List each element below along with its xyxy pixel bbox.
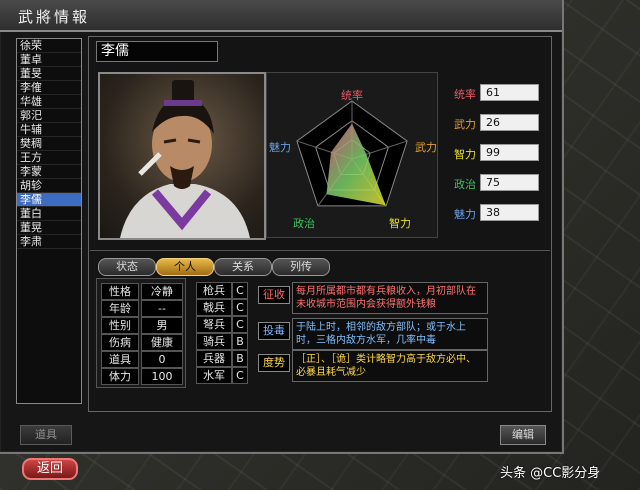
officer-list-item[interactable]: 李儒	[17, 193, 81, 207]
stat-row: 政治 75	[446, 174, 546, 192]
stat-row: 武力 26	[446, 114, 546, 132]
tab-2[interactable]: 关系	[214, 258, 272, 276]
radar-label-politics: 政治	[293, 217, 315, 230]
officer-name: 李儒	[96, 41, 218, 62]
officer-list-item[interactable]: 董晃	[17, 221, 81, 235]
officer-portrait	[98, 72, 266, 240]
stat-label: 魅力	[454, 208, 476, 221]
officer-list-item[interactable]: 李蒙	[17, 165, 81, 179]
stat-row: 魅力 38	[446, 204, 546, 222]
troop-row: 兵器 B	[196, 350, 252, 367]
personal-value: 冷静	[141, 283, 183, 300]
personal-info-panel: 性格 冷静 年龄 -- 性别男伤病 健康 道具 0 体力 100	[96, 278, 186, 388]
attribute-radar: 统率 武力 智力 政治 魅力	[266, 72, 438, 238]
edit-button[interactable]: 编辑	[500, 425, 546, 445]
personal-value: 健康	[141, 334, 183, 351]
troop-row: 弩兵 C	[196, 316, 252, 333]
tab-3[interactable]: 列传	[272, 258, 330, 276]
personal-value: 0	[141, 351, 183, 368]
stat-row: 智力 99	[446, 144, 546, 162]
personal-label: 伤病	[101, 334, 139, 351]
tab-0[interactable]: 状态	[98, 258, 156, 276]
officer-list-item[interactable]: 徐荣	[17, 39, 81, 53]
officer-list-item[interactable]: 董白	[17, 207, 81, 221]
troop-grade: C	[232, 367, 248, 384]
troop-grade: B	[232, 350, 248, 367]
officer-list-item[interactable]: 王方	[17, 151, 81, 165]
watermark-text: 头条 @CC影分身	[500, 466, 601, 481]
personal-label: 体力	[101, 368, 139, 385]
troop-grade: B	[232, 333, 248, 350]
stat-label: 统率	[454, 88, 476, 101]
troop-label: 兵器	[196, 350, 232, 367]
personal-value: 100	[141, 368, 183, 385]
officer-list-item[interactable]: 董卓	[17, 53, 81, 67]
personal-row: 性格 冷静	[101, 283, 183, 300]
officer-list-item[interactable]: 樊稠	[17, 137, 81, 151]
radar-label-war: 武力	[415, 141, 437, 154]
stat-value: 26	[480, 114, 539, 131]
skill-name[interactable]: 征收	[258, 286, 290, 304]
troop-grade: C	[232, 316, 248, 333]
items-button[interactable]: 道具	[20, 425, 72, 445]
skill-description: 于陆上时，相邻的敌方部队；或于水上时，三格内敌方水军，几率中毒	[292, 318, 488, 350]
personal-row: 年龄 --	[101, 300, 183, 317]
skill-name[interactable]: 投毒	[258, 322, 290, 340]
skill-description: ［正］、［诡］类计略智力高于敌方必中、必暴且耗气减少	[292, 350, 488, 382]
officer-list-item[interactable]: 牛辅	[17, 123, 81, 137]
personal-row: 体力 100	[101, 368, 183, 385]
personal-row: 道具 0	[101, 351, 183, 368]
troop-label: 枪兵	[196, 282, 232, 299]
stat-value: 61	[480, 84, 539, 101]
troop-row: 骑兵 B	[196, 333, 252, 350]
radar-label-charm: 魅力	[269, 141, 291, 154]
personal-label: 道具	[101, 351, 139, 368]
troop-row: 枪兵 C	[196, 282, 252, 299]
skill-description: 每月所属都市都有兵粮收入，月初部队在未收城市范围内会获得额外钱粮	[292, 282, 488, 314]
personal-label: 年龄	[101, 300, 139, 317]
back-button[interactable]: 返回	[22, 458, 78, 480]
troop-grade: C	[232, 282, 248, 299]
officer-list-item[interactable]: 李肃	[17, 235, 81, 249]
radar-label-command: 统率	[341, 89, 363, 102]
stat-row: 统率 61	[446, 84, 546, 102]
personal-row: 性别男	[101, 317, 183, 334]
window-title: 武將情報	[18, 8, 91, 26]
officer-list-item[interactable]: 胡轸	[17, 179, 81, 193]
skill-name[interactable]: 度势	[258, 354, 290, 372]
stat-value: 75	[480, 174, 539, 191]
stat-label: 武力	[454, 118, 476, 131]
personal-label: 性格	[101, 283, 139, 300]
officer-list-item[interactable]: 李傕	[17, 81, 81, 95]
troop-label: 骑兵	[196, 333, 232, 350]
personal-value: --	[141, 300, 183, 317]
personal-value: 男	[141, 317, 183, 334]
troop-label: 戟兵	[196, 299, 232, 316]
title-bar: 武將情報	[0, 0, 562, 32]
stat-label: 智力	[454, 148, 476, 161]
personal-row: 伤病 健康	[101, 334, 183, 351]
radar-label-intelligence: 智力	[389, 217, 411, 230]
troop-row: 水军 C	[196, 367, 252, 384]
officer-list-item[interactable]: 董旻	[17, 67, 81, 81]
troop-aptitude-panel: 枪兵 C 戟兵 C 弩兵 C 骑兵 B 兵器 B 水军 C	[196, 278, 252, 386]
stat-value: 38	[480, 204, 539, 221]
stat-value: 99	[480, 144, 539, 161]
officer-list-item[interactable]: 华雄	[17, 95, 81, 109]
troop-grade: C	[232, 299, 248, 316]
officer-list-item[interactable]: 郭汜	[17, 109, 81, 123]
stat-label: 政治	[454, 178, 476, 191]
tab-1[interactable]: 个人	[156, 258, 214, 276]
troop-row: 戟兵 C	[196, 299, 252, 316]
troop-label: 水军	[196, 367, 232, 384]
personal-label: 性别	[101, 317, 139, 334]
troop-label: 弩兵	[196, 316, 232, 333]
officer-list[interactable]: 徐荣 董卓 董旻 李傕 华雄 郭汜 牛辅 樊稠 王方 李蒙 胡轸 李儒 董白 董晃 李肃	[16, 38, 82, 404]
